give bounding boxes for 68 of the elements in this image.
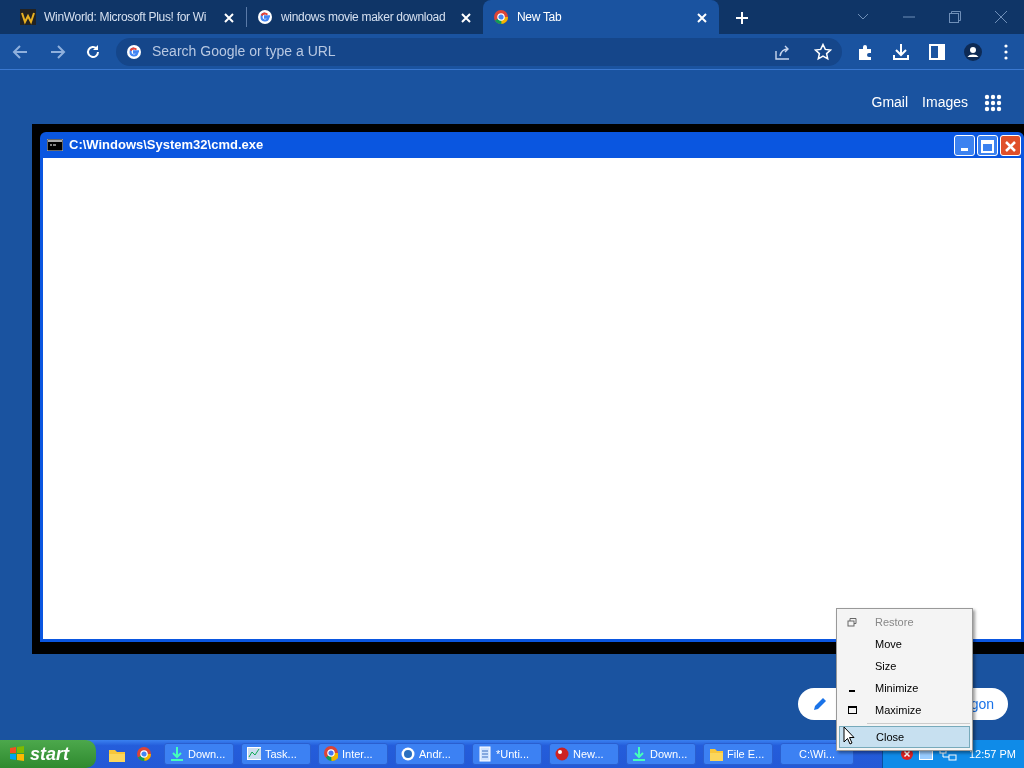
chrome-icon	[324, 746, 338, 762]
taskbar-button[interactable]: C:\Wi...	[780, 743, 854, 765]
menu-item[interactable]: Size	[839, 655, 970, 677]
taskbar-button[interactable]: Task...	[241, 743, 311, 765]
console-icon	[47, 139, 63, 151]
cursor-icon	[843, 726, 855, 745]
restore-icon	[846, 617, 858, 627]
apps-button[interactable]	[982, 93, 1004, 112]
header-link[interactable]: Gmail	[871, 92, 909, 113]
maximize-button[interactable]	[977, 134, 998, 156]
minimize-icon	[849, 690, 855, 692]
winworld-icon	[20, 9, 36, 25]
download-icon	[892, 42, 910, 61]
taskbar-button[interactable]: New...	[549, 743, 619, 765]
taskbar-button[interactable]: Andr...	[395, 743, 465, 765]
close-tab-button[interactable]	[222, 10, 236, 24]
puzzle-icon	[856, 42, 874, 61]
close-icon	[697, 13, 707, 24]
new-tab-button[interactable]	[733, 9, 751, 25]
close-tab-button[interactable]	[695, 10, 709, 24]
close-icon	[224, 13, 234, 24]
browser-tab[interactable]: WinWorld: Microsoft Plus! for Wi	[10, 0, 246, 34]
minimize-button[interactable]	[954, 134, 975, 156]
download-icon	[632, 746, 646, 762]
forward-arrow-icon	[48, 42, 66, 61]
windows-flag-icon	[8, 745, 26, 763]
grid-icon	[984, 93, 1002, 112]
notepad-icon	[478, 746, 492, 762]
chrome-icon	[493, 9, 509, 25]
menu-icon	[1004, 43, 1008, 60]
minimize-icon	[961, 147, 968, 151]
star-icon	[814, 42, 832, 61]
browser-tab[interactable]: windows movie maker download	[247, 0, 483, 34]
folder-icon	[709, 746, 723, 762]
download-icon	[170, 746, 184, 762]
quick-launch-icon[interactable]	[134, 745, 154, 763]
profile-icon	[964, 42, 982, 61]
pencil-icon	[812, 696, 828, 712]
taskbar-button[interactable]: Down...	[164, 743, 234, 765]
google-icon	[257, 9, 273, 25]
menu-item[interactable]: Move	[839, 633, 970, 655]
menu-item[interactable]: Maximize	[839, 699, 970, 721]
google-icon	[126, 43, 142, 60]
close-icon	[461, 13, 471, 24]
chart-window-icon	[247, 746, 261, 762]
back-arrow-icon	[12, 42, 30, 61]
address-bar[interactable]: Search Google or type a URL	[116, 37, 842, 66]
close-icon	[994, 10, 1008, 24]
taskbar-button[interactable]: Inter...	[318, 743, 388, 765]
ball-app-icon	[555, 746, 569, 762]
menu-item[interactable]: Minimize	[839, 677, 970, 699]
clock: 12:57 PM	[968, 746, 1016, 762]
side-panel-icon	[928, 42, 946, 61]
window-title: C:\Windows\System32\cmd.exe	[69, 136, 264, 155]
close-tab-button[interactable]	[459, 10, 473, 24]
chrome-icon	[136, 746, 152, 763]
round-app-icon	[401, 746, 415, 762]
browser-tab[interactable]: New Tab	[483, 0, 719, 34]
menu-item[interactable]: Close	[839, 726, 970, 748]
taskbar-button[interactable]: File E...	[703, 743, 773, 765]
plus-icon	[735, 10, 749, 25]
taskbar-button[interactable]: Down...	[626, 743, 696, 765]
header-link[interactable]: Images	[922, 92, 968, 113]
restore-icon	[948, 10, 962, 24]
close-button[interactable]	[1000, 134, 1021, 156]
taskbar-button[interactable]: *Unti...	[472, 743, 542, 765]
maximize-icon	[846, 705, 858, 715]
start-button[interactable]: start	[0, 740, 96, 768]
